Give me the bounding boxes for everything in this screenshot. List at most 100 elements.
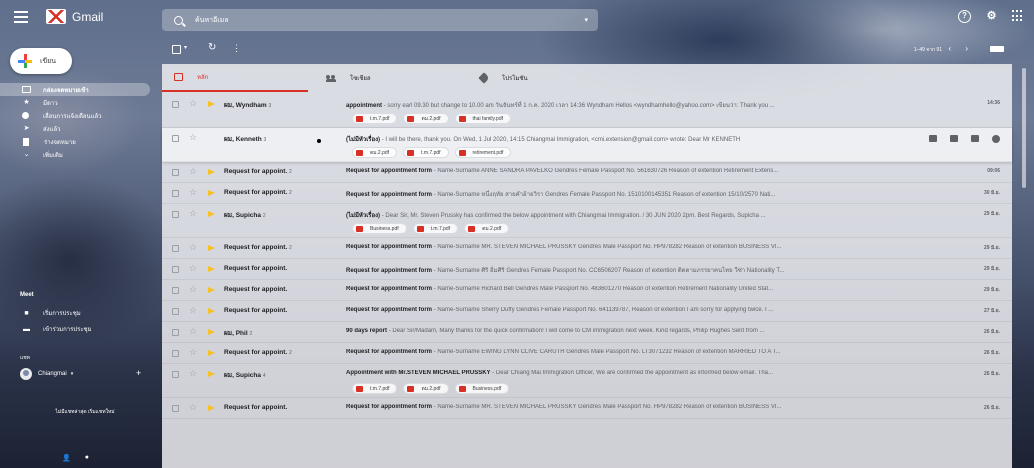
sidebar-item-snoozed[interactable]: เลื่อนการแจ้งเตือนแล้ว — [0, 109, 150, 122]
sidebar-item-sent[interactable]: ➤ ส่งแล้ว — [0, 122, 150, 135]
row-checkbox[interactable] — [172, 135, 179, 142]
important-marker-icon[interactable] — [208, 308, 215, 314]
important-marker-icon[interactable] — [208, 329, 215, 335]
scrollbar[interactable] — [1020, 68, 1028, 468]
attachment-chip[interactable]: Business.pdf — [352, 223, 407, 234]
sidebar-item-inbox[interactable]: กล่องจดหมายเข้า — [0, 83, 150, 96]
hangouts-user[interactable]: Chiangmai ▾ — [20, 368, 73, 380]
table-row[interactable]: ☆ ผม, Wyndham 3 appointment - sorry earl 0… — [162, 94, 1012, 128]
important-marker-icon[interactable] — [208, 135, 210, 137]
important-marker-icon[interactable] — [208, 245, 215, 251]
row-checkbox[interactable] — [172, 287, 179, 294]
attachment-chip[interactable]: ตม.2.pdf — [403, 113, 449, 124]
attachment-chip[interactable]: ตม.2.pdf — [403, 383, 449, 394]
row-checkbox[interactable] — [172, 266, 179, 273]
attachment-chip[interactable]: t.m.7.pdf — [352, 383, 398, 394]
star-icon[interactable]: ☆ — [189, 305, 197, 315]
select-dropdown-icon[interactable]: ▾ — [184, 44, 187, 51]
star-icon[interactable]: ☆ — [189, 402, 197, 412]
row-checkbox[interactable] — [172, 169, 179, 176]
table-row[interactable]: ☆ ผม, Kenneth 3 (ไม่มีหัวเรื่อง) - I will … — [162, 128, 1012, 162]
sidebar-item-starred[interactable]: ★ มีดาว — [0, 96, 150, 109]
table-row[interactable]: ☆ ผม, Phil 2 90 days report - Dear Sir/Mad… — [162, 322, 1012, 343]
search-bar[interactable]: ค้นหาอีเมล ▾ — [162, 9, 598, 31]
table-row[interactable]: ☆ Request for appoint. Request for appoin… — [162, 301, 1012, 322]
row-checkbox[interactable] — [172, 190, 179, 197]
more-options-icon[interactable]: ⋮ — [232, 43, 241, 54]
help-icon[interactable]: ? — [958, 10, 971, 23]
tab-promotions[interactable]: โปรโมชัน — [478, 64, 620, 92]
important-marker-icon[interactable] — [208, 350, 215, 356]
important-marker-icon[interactable] — [208, 371, 215, 377]
main-menu-icon[interactable] — [14, 11, 28, 23]
star-icon[interactable]: ☆ — [189, 284, 197, 294]
refresh-icon[interactable]: ↻ — [208, 42, 216, 53]
row-checkbox[interactable] — [172, 211, 179, 218]
chevron-down-icon[interactable]: ▾ — [71, 371, 74, 377]
attachment-chip[interactable]: ตม.2.pdf — [352, 147, 398, 158]
apps-grid-icon[interactable] — [1012, 10, 1024, 22]
star-icon[interactable]: ☆ — [189, 326, 197, 336]
star-icon[interactable]: ☆ — [189, 98, 197, 108]
meet-new-meeting[interactable]: ■ เริ่มการประชุม — [22, 308, 80, 318]
row-checkbox[interactable] — [172, 371, 179, 378]
page-nav-icons[interactable]: ‹ › — [948, 44, 974, 53]
star-icon[interactable]: ☆ — [189, 132, 197, 142]
compose-button[interactable]: เขียน — [10, 48, 72, 74]
attachment-chip[interactable]: t.m.7.pdf — [352, 113, 398, 124]
important-marker-icon[interactable] — [208, 405, 215, 411]
sidebar-item-more[interactable]: ⌄ เพิ่มเติม — [0, 148, 150, 161]
table-row[interactable]: ☆ Request for appoint. 2 Request for appoi… — [162, 238, 1012, 259]
attachment-chip[interactable]: retirement.pdf — [454, 147, 512, 158]
search-options-icon[interactable]: ▾ — [584, 16, 588, 24]
snooze-icon[interactable] — [992, 135, 1000, 143]
table-row[interactable]: ☆ Request for appoint. Request for appoin… — [162, 280, 1012, 301]
important-marker-icon[interactable] — [208, 211, 215, 217]
person-icon[interactable]: 👤 — [62, 454, 71, 462]
split-pane-icon[interactable] — [990, 46, 1004, 52]
star-icon[interactable]: ☆ — [189, 187, 197, 197]
scrollbar-thumb[interactable] — [1022, 68, 1026, 188]
attachment-chip[interactable]: thai family.pdf — [454, 113, 511, 124]
gmail-logo[interactable]: Gmail — [46, 9, 103, 24]
chat-bubble-icon[interactable]: ● — [85, 454, 89, 462]
row-checkbox[interactable] — [172, 405, 179, 412]
attachment-chip[interactable]: t.m.7.pdf — [403, 147, 449, 158]
table-row[interactable]: ☆ Request for appoint. 2 Request for appoi… — [162, 343, 1012, 364]
tab-social[interactable]: โซเชียล — [326, 64, 466, 92]
table-row[interactable]: ☆ ผม, Supicha 2 (ไม่มีหัวเรื่อง) - Dear Si… — [162, 204, 1012, 238]
star-icon[interactable]: ☆ — [189, 242, 197, 252]
settings-icon[interactable]: ⚙ — [985, 10, 998, 23]
attachment-chip[interactable]: t.m.7.pdf — [412, 223, 459, 234]
important-marker-icon[interactable] — [208, 101, 215, 107]
table-row[interactable]: ☆ Request for appoint. 2 Request for appoi… — [162, 183, 1012, 204]
row-checkbox[interactable] — [172, 308, 179, 315]
meet-join-meeting[interactable]: ▬ เข้าร่วมการประชุม — [22, 324, 92, 334]
star-icon[interactable]: ☆ — [189, 368, 197, 378]
row-checkbox[interactable] — [172, 101, 179, 108]
attachment-chip[interactable]: Business.pdf — [454, 383, 510, 394]
important-marker-icon[interactable] — [208, 169, 215, 175]
attachment-chip[interactable]: ตม.2.pdf — [464, 223, 510, 234]
star-icon[interactable]: ☆ — [189, 347, 197, 357]
star-icon[interactable]: ☆ — [189, 263, 197, 273]
important-marker-icon[interactable] — [208, 266, 215, 272]
tab-primary[interactable]: หลัก — [162, 64, 308, 92]
archive-icon[interactable] — [929, 135, 937, 142]
table-row[interactable]: ☆ Request for appoint. Request for appoin… — [162, 398, 1012, 419]
sidebar-item-drafts[interactable]: ร่างจดหมาย — [0, 135, 150, 148]
important-marker-icon[interactable] — [208, 287, 215, 293]
star-icon[interactable]: ☆ — [189, 166, 197, 176]
star-icon[interactable]: ☆ — [189, 208, 197, 218]
table-row[interactable]: ☆ Request for appoint. 2 Request for appoi… — [162, 162, 1012, 183]
mark-unread-icon[interactable] — [971, 135, 979, 142]
select-all-checkbox[interactable] — [172, 45, 181, 54]
row-checkbox[interactable] — [172, 245, 179, 252]
search-input[interactable]: ค้นหาอีเมล — [195, 15, 584, 26]
table-row[interactable]: ☆ Request for appoint. Request for appoin… — [162, 259, 1012, 280]
important-marker-icon[interactable] — [208, 190, 215, 196]
row-checkbox[interactable] — [172, 350, 179, 357]
add-chat-icon[interactable]: + — [136, 368, 141, 378]
table-row[interactable]: ☆ ผม, Supicha 4 Appointment with Mr.STEVEN… — [162, 364, 1012, 398]
row-checkbox[interactable] — [172, 329, 179, 336]
